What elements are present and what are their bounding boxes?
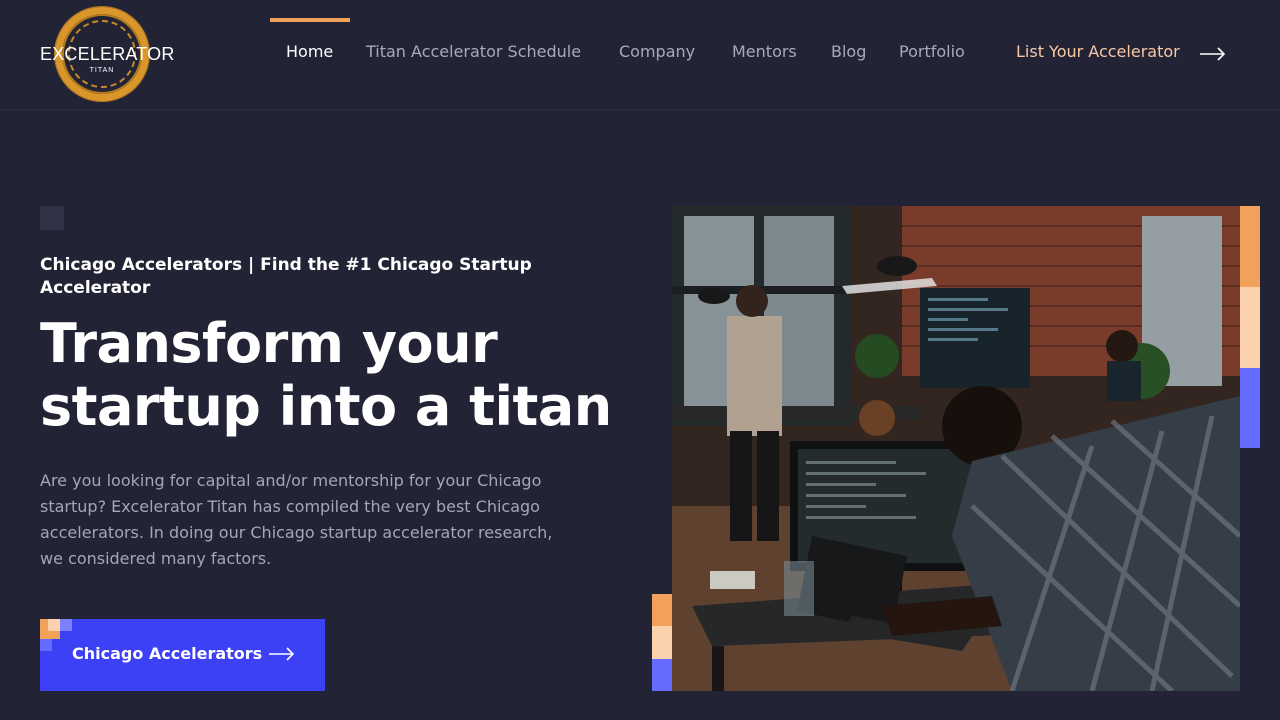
- decorative-bar-blue: [652, 659, 672, 691]
- nav-item-titan-accelerator-schedule[interactable]: Titan Accelerator Schedule: [366, 42, 581, 61]
- hero-lead: Are you looking for capital and/or mento…: [40, 471, 553, 568]
- excelerator-titan-logo[interactable]: EXCELERATOR TITAN: [40, 6, 175, 104]
- nav-active-indicator: [270, 18, 350, 22]
- hero-eyebrow: Chicago Accelerators | Find the #1 Chica…: [40, 255, 532, 298]
- chicago-accelerators-button-label: Chicago Accelerators: [72, 644, 263, 663]
- nav-item-home[interactable]: Home: [286, 42, 333, 61]
- pixel-decoration: [60, 619, 72, 631]
- decorative-square: [40, 206, 64, 230]
- nav-item-company[interactable]: Company: [619, 42, 695, 61]
- hero-headline: Transform your startup into a titan: [40, 312, 612, 438]
- decorative-bar-orange: [1240, 206, 1260, 287]
- pixel-decoration: [48, 619, 60, 631]
- pixel-decoration: [40, 639, 52, 651]
- decorative-bar-orange: [652, 594, 672, 626]
- nav-item-portfolio[interactable]: Portfolio: [899, 42, 965, 61]
- nav-item-blog[interactable]: Blog: [831, 42, 866, 61]
- site-header: EXCELERATOR TITAN Home Titan Accelerator…: [0, 0, 1280, 110]
- chicago-accelerators-button[interactable]: Chicago Accelerators: [40, 619, 325, 691]
- decorative-bar-peach: [1240, 287, 1260, 368]
- logo-brand-text: EXCELERATOR: [40, 44, 175, 64]
- decorative-bar-blue: [1240, 368, 1260, 448]
- nav-item-mentors[interactable]: Mentors: [732, 42, 797, 61]
- list-your-accelerator-label: List Your Accelerator: [1016, 42, 1180, 61]
- list-your-accelerator-link[interactable]: List Your Accelerator: [1016, 42, 1180, 61]
- logo-sub-text: TITAN: [89, 67, 115, 74]
- developers-office-photo: [672, 206, 1240, 691]
- decorative-bar-peach: [652, 626, 672, 659]
- arrow-right-icon[interactable]: [1200, 47, 1226, 61]
- arrow-right-icon: [269, 647, 295, 661]
